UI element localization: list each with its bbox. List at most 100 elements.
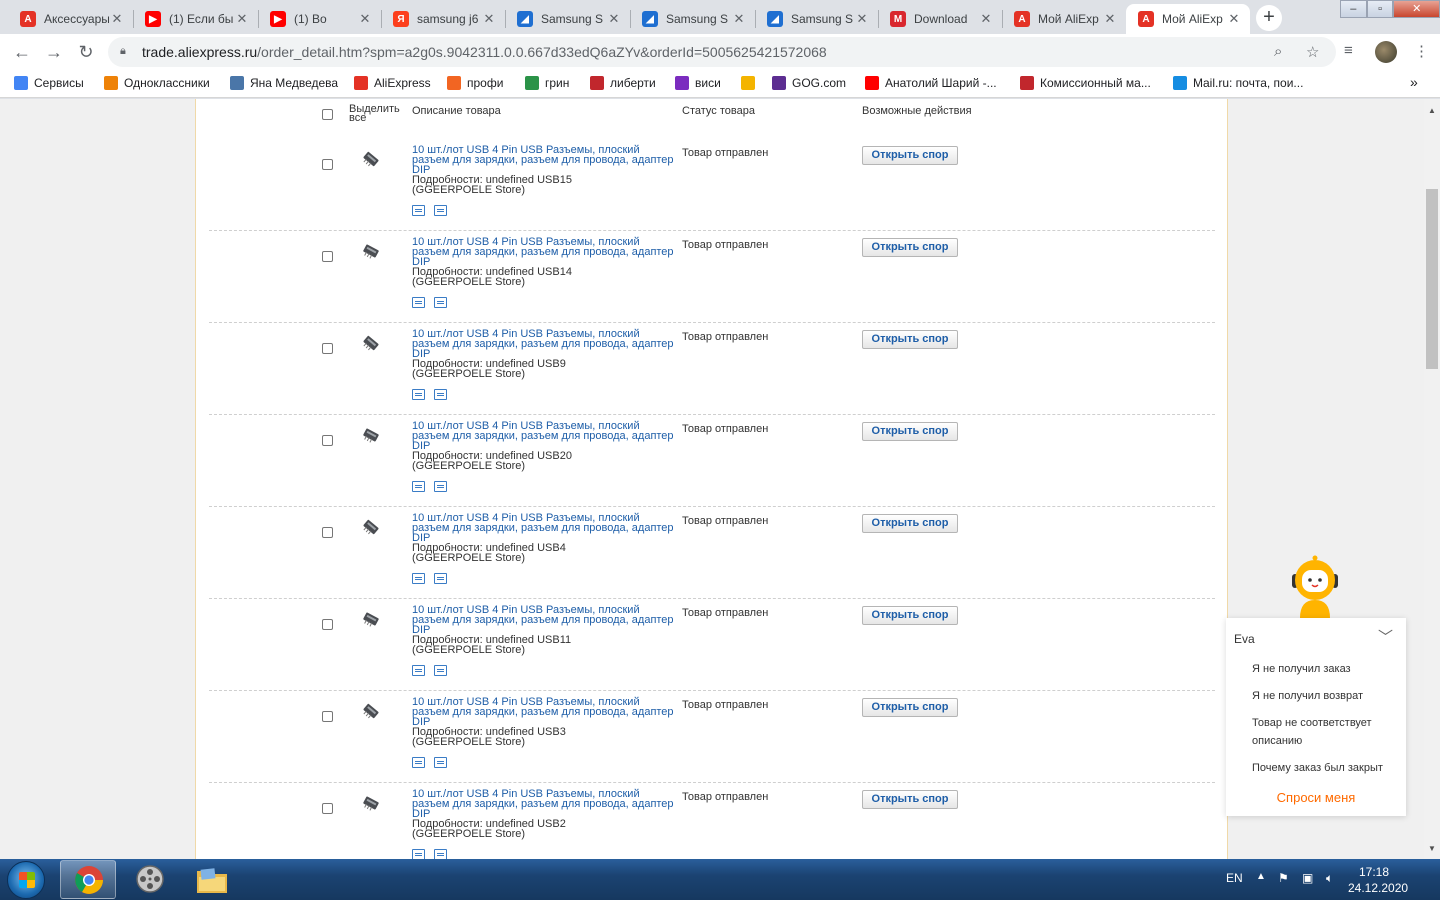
close-icon[interactable]: ✕ — [481, 11, 497, 27]
item-checkbox[interactable] — [322, 711, 333, 722]
usb-connector-thumbnail[interactable] — [361, 609, 381, 629]
start-button[interactable] — [7, 861, 45, 899]
forward-button[interactable]: → — [42, 40, 66, 64]
item-checkbox[interactable] — [322, 803, 333, 814]
snapshot-icon[interactable] — [412, 757, 425, 768]
open-dispute-button[interactable]: Открыть спор — [862, 146, 958, 165]
tab-3[interactable]: Яsamsung j6 ✕ — [381, 4, 505, 34]
ask-me-button[interactable]: Спроси меня — [1226, 790, 1406, 805]
close-icon[interactable]: ✕ — [1102, 11, 1118, 27]
tab-4[interactable]: ◢ Samsung S ✕ — [505, 4, 630, 34]
message-icon[interactable] — [434, 205, 447, 216]
open-dispute-button[interactable]: Открыть спор — [862, 330, 958, 349]
close-window-button[interactable]: ✕ — [1393, 0, 1440, 18]
item-checkbox[interactable] — [322, 619, 333, 630]
snapshot-icon[interactable] — [412, 389, 425, 400]
tab-5[interactable]: ◢ Samsung S ✕ — [630, 4, 755, 34]
item-title-link[interactable]: 10 шт./лот USB 4 Pin USB Разъемы, плоски… — [412, 329, 674, 360]
usb-connector-thumbnail[interactable] — [361, 517, 381, 537]
assistant-robot-icon[interactable] — [1286, 554, 1344, 618]
page-scrollbar[interactable]: ▲ ▼ — [1424, 99, 1440, 859]
usb-connector-thumbnail[interactable] — [361, 149, 381, 169]
close-icon[interactable]: ✕ — [978, 11, 994, 27]
bookmark-item[interactable]: Комиссионный ма... — [1020, 76, 1151, 90]
tab-6[interactable]: ◢ Samsung S ✕ — [755, 4, 878, 34]
item-checkbox[interactable] — [322, 251, 333, 262]
bookmark-item[interactable]: Mail.ru: почта, пои... — [1173, 76, 1303, 90]
close-icon[interactable]: ✕ — [357, 11, 373, 27]
open-dispute-button[interactable]: Открыть спор — [862, 606, 958, 625]
item-title-link[interactable]: 10 шт./лот USB 4 Pin USB Разъемы, плоски… — [412, 421, 674, 452]
reload-button[interactable]: ↻ — [74, 40, 98, 64]
volume-icon[interactable]: 🔈︎ — [1326, 871, 1333, 886]
back-button[interactable]: ← — [10, 40, 34, 64]
chat-option[interactable]: Я не получил возврат — [1252, 687, 1402, 705]
close-icon[interactable]: ✕ — [234, 11, 250, 27]
tab-7[interactable]: M Download ✕ — [878, 4, 1002, 34]
close-icon[interactable]: ✕ — [109, 11, 125, 27]
bookmark-item[interactable]: Сервисы — [14, 76, 84, 90]
network-icon[interactable]: ▣ — [1302, 871, 1313, 885]
scrollbar-thumb[interactable] — [1426, 189, 1438, 369]
bookmark-star-icon[interactable]: ☆ — [1306, 43, 1319, 61]
tab-1[interactable]: ▶ (1) Если бы ✕ — [133, 4, 258, 34]
bookmark-item[interactable] — [741, 76, 761, 90]
usb-connector-thumbnail[interactable] — [361, 701, 381, 721]
taskbar-explorer[interactable] — [184, 860, 240, 899]
snapshot-icon[interactable] — [412, 665, 425, 676]
tab-9[interactable]: A Мой AliExp ✕ — [1126, 4, 1250, 34]
maximize-button[interactable]: ▫ — [1366, 0, 1394, 18]
usb-connector-thumbnail[interactable] — [361, 793, 381, 813]
item-title-link[interactable]: 10 шт./лот USB 4 Pin USB Разъемы, плоски… — [412, 145, 674, 176]
open-dispute-button[interactable]: Открыть спор — [862, 238, 958, 257]
item-title-link[interactable]: 10 шт./лот USB 4 Pin USB Разъемы, плоски… — [412, 513, 674, 544]
open-dispute-button[interactable]: Открыть спор — [862, 514, 958, 533]
close-icon[interactable]: ✕ — [606, 11, 622, 27]
show-hidden-icons[interactable]: ▲ — [1256, 871, 1266, 882]
tab-0[interactable]: A Аксессуары ✕ — [8, 4, 133, 34]
item-title-link[interactable]: 10 шт./лот USB 4 Pin USB Разъемы, плоски… — [412, 697, 674, 728]
system-clock[interactable]: 17:18 24.12.2020 — [1348, 864, 1408, 896]
bookmark-item[interactable]: профи — [447, 76, 503, 90]
bookmark-item[interactable]: Анатолий Шарий -... — [865, 76, 997, 90]
close-icon[interactable]: ✕ — [1226, 11, 1242, 27]
message-icon[interactable] — [434, 297, 447, 308]
chevron-down-icon[interactable]: ﹀ — [1378, 626, 1393, 647]
zoom-icon[interactable]: ⌕ — [1274, 43, 1282, 60]
tab-2[interactable]: ▶ (1) Во ✕ — [258, 4, 381, 34]
message-icon[interactable] — [434, 757, 447, 768]
avatar[interactable] — [1375, 41, 1397, 63]
bookmark-item[interactable]: AliExpress — [354, 76, 431, 90]
bookmark-item[interactable]: Яна Медведева — [230, 76, 338, 90]
item-title-link[interactable]: 10 шт./лот USB 4 Pin USB Разъемы, плоски… — [412, 237, 674, 268]
reading-list-icon[interactable]: ≡ — [1344, 42, 1353, 59]
snapshot-icon[interactable] — [412, 205, 425, 216]
close-icon[interactable]: ✕ — [731, 11, 747, 27]
address-bar[interactable]: 🔒︎ trade.aliexpress.ru/order_detail.htm?… — [108, 37, 1336, 67]
bookmark-item[interactable]: либерти — [590, 76, 656, 90]
more-bookmarks-icon[interactable]: » — [1410, 74, 1418, 90]
chat-option[interactable]: Я не получил заказ — [1252, 660, 1402, 678]
bookmark-item[interactable]: Одноклассники — [104, 76, 210, 90]
snapshot-icon[interactable] — [412, 297, 425, 308]
bookmark-item[interactable]: GOG.com — [772, 76, 846, 90]
usb-connector-thumbnail[interactable] — [361, 425, 381, 445]
taskbar-chrome[interactable] — [60, 860, 116, 899]
item-checkbox[interactable] — [322, 343, 333, 354]
item-title-link[interactable]: 10 шт./лот USB 4 Pin USB Разъемы, плоски… — [412, 605, 674, 636]
new-tab-button[interactable]: + — [1256, 5, 1282, 31]
minimize-button[interactable]: – — [1340, 0, 1367, 18]
usb-connector-thumbnail[interactable] — [361, 241, 381, 261]
snapshot-icon[interactable] — [412, 573, 425, 584]
open-dispute-button[interactable]: Открыть спор — [862, 790, 958, 809]
snapshot-icon[interactable] — [412, 481, 425, 492]
open-dispute-button[interactable]: Открыть спор — [862, 698, 958, 717]
close-icon[interactable]: ✕ — [854, 11, 870, 27]
scroll-up-icon[interactable]: ▲ — [1424, 103, 1440, 119]
message-icon[interactable] — [434, 481, 447, 492]
message-icon[interactable] — [434, 665, 447, 676]
flag-icon[interactable]: ⚑ — [1278, 871, 1289, 885]
chat-option[interactable]: Товар не соответствует описанию — [1252, 714, 1402, 750]
bookmark-item[interactable]: виси — [675, 76, 721, 90]
item-checkbox[interactable] — [322, 159, 333, 170]
